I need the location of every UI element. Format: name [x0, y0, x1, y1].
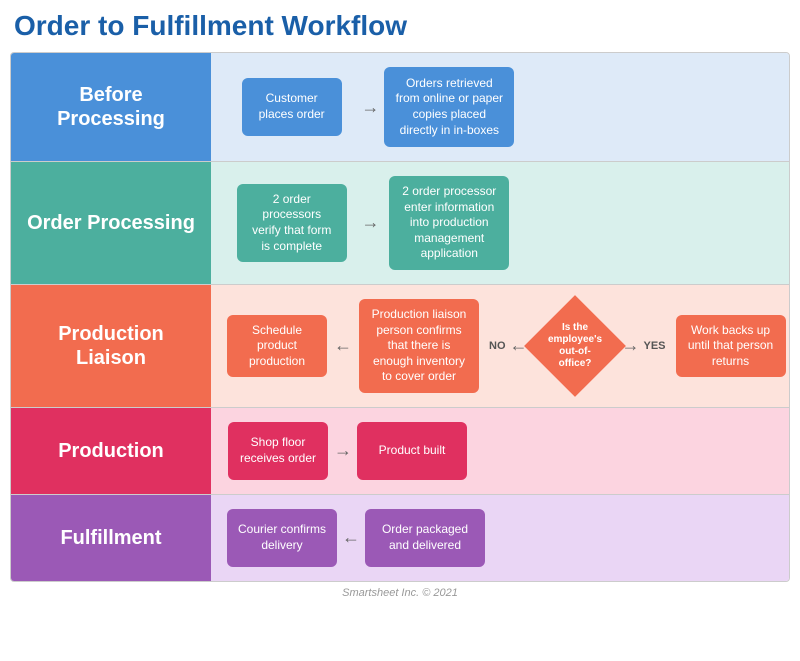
diamond-out-of-office: Is the employee's out-of-office?: [530, 310, 620, 382]
yes-label: YES: [644, 340, 666, 352]
lane-label-liaison: Production Liaison: [11, 285, 211, 407]
box-product-built: Product built: [357, 422, 467, 480]
box-courier-confirms: Courier confirms delivery: [227, 509, 337, 567]
box-order-packaged: Order packaged and delivered: [365, 509, 485, 567]
no-label: NO: [489, 340, 506, 352]
box-orders-retrieved: Orders retrieved from online or paper co…: [384, 67, 514, 147]
row-production: Production Shop floor receives order → P…: [11, 408, 789, 495]
lane-label-before: Before Processing: [11, 53, 211, 161]
row-order-processing: Order Processing 2 order processors veri…: [11, 162, 789, 285]
lane-label-production: Production: [11, 408, 211, 494]
lane-label-fulfillment: Fulfillment: [11, 495, 211, 581]
arrow-right-1: →: [356, 97, 384, 118]
lane-label-order: Order Processing: [11, 162, 211, 284]
box-production-liaison-confirms: Production liaison person confirms that …: [359, 299, 479, 393]
row-production-liaison: Production Liaison Schedule product prod…: [11, 285, 789, 408]
lane-content-production: Shop floor receives order → Product buil…: [211, 408, 789, 494]
box-schedule-production: Schedule product production: [227, 315, 327, 378]
box-2-processors: 2 order processors verify that form is c…: [237, 184, 347, 262]
lane-content-liaison: Schedule product production ← Production…: [211, 285, 790, 407]
arrow-left-2: ←: [337, 527, 365, 548]
lane-content-before: Customer places order → Orders retrieved…: [211, 53, 789, 161]
workflow-diagram: Before Processing Customer places order …: [10, 52, 790, 582]
row-before-processing: Before Processing Customer places order …: [11, 53, 789, 162]
box-work-backs-up: Work backs up until that person returns: [676, 315, 786, 378]
box-order-processor-enter: 2 order processor enter information into…: [389, 176, 509, 270]
arrow-right-3: →: [329, 440, 357, 461]
arrow-left-1: ←: [329, 335, 357, 356]
arrow-right-2: →: [357, 212, 385, 233]
box-shop-floor: Shop floor receives order: [228, 422, 328, 480]
footer-text: Smartsheet Inc. © 2021: [10, 587, 790, 599]
box-customer-order: Customer places order: [242, 78, 342, 136]
lane-content-fulfillment: Courier confirms delivery ← Order packag…: [211, 495, 789, 581]
lane-content-order: 2 order processors verify that form is c…: [211, 162, 789, 284]
row-fulfillment: Fulfillment Courier confirms delivery ← …: [11, 495, 789, 581]
page-title: Order to Fulfillment Workflow: [10, 10, 790, 42]
